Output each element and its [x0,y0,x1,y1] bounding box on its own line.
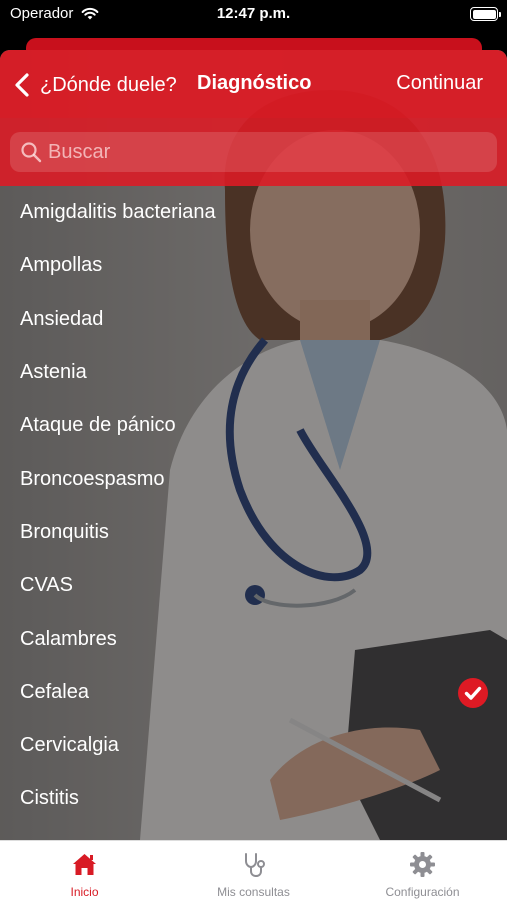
tab-label: Mis consultas [217,885,290,899]
back-button[interactable]: ¿Dónde duele? [12,70,177,100]
list-item[interactable]: Ampollas [0,239,507,292]
search-field[interactable] [10,132,497,172]
tab-label: Inicio [70,885,99,899]
tab-label: Configuración [385,885,460,899]
list-item-label: Broncoespasmo [20,467,165,490]
list-item[interactable]: Calambres [0,612,507,665]
gear-icon [410,852,435,877]
list-item[interactable]: Cervicalgia [0,719,507,772]
tab-inicio[interactable]: Inicio [0,841,169,900]
list-item-selected[interactable]: Cefalea [0,666,507,719]
chevron-left-icon [15,73,29,97]
list-item[interactable]: Amigdalitis bacteriana [0,186,507,239]
list-item-label: CVAS [20,574,73,597]
tab-bar: Inicio Mis consultas Configuración [0,840,507,900]
list-item-label: Cefalea [20,680,89,703]
search-input[interactable] [48,132,488,172]
list-item-label: Bronquitis [20,520,109,543]
navigation-bar: ¿Dónde duele? Diagnóstico Continuar [0,50,507,118]
list-item[interactable]: CVAS [0,559,507,612]
checkmark-icon [458,677,488,708]
list-item[interactable]: Ansiedad [0,293,507,346]
diagnosis-list: Amigdalitis bacteriana Ampollas Ansiedad… [0,186,507,826]
battery-icon [470,7,501,21]
list-item-label: Ataque de pánico [20,414,176,437]
search-icon [21,142,42,163]
continue-button[interactable]: Continuar [396,72,483,95]
tab-mis-consultas[interactable]: Mis consultas [169,841,338,900]
list-item-label: Ampollas [20,254,103,277]
home-icon [73,854,96,875]
page-title: Diagnóstico [197,72,312,94]
diagnosis-sheet: ¿Dónde duele? Diagnóstico Continuar Amig… [0,50,507,840]
stethoscope-icon [245,853,265,878]
status-bar: Operador 12:47 p.m. [0,0,507,30]
list-item[interactable]: Astenia [0,346,507,399]
list-item-label: Calambres [20,627,117,650]
list-item-label: Amigdalitis bacteriana [20,201,216,224]
list-item-label: Cervicalgia [20,734,119,757]
list-item[interactable]: Ataque de pánico [0,399,507,452]
list-item-label: Astenia [20,361,87,384]
list-item[interactable]: Broncoespasmo [0,452,507,505]
list-item-label: Ansiedad [20,307,104,330]
list-item[interactable]: Bronquitis [0,506,507,559]
list-item-label: Cistitis [20,787,79,810]
tab-configuracion[interactable]: Configuración [338,841,507,900]
list-item[interactable]: Cistitis [0,772,507,825]
back-label: ¿Dónde duele? [40,73,177,96]
clock: 12:47 p.m. [216,5,291,22]
search-bar [0,118,507,186]
